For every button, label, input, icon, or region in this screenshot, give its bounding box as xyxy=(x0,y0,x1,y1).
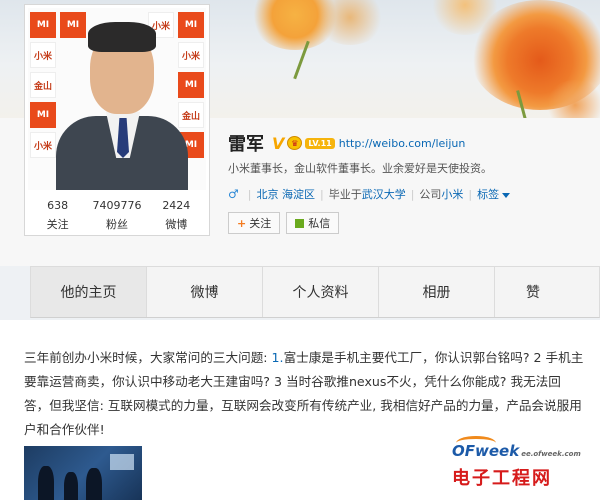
location-link[interactable]: 北京 海淀区 xyxy=(256,186,315,202)
avatar-frame: MI 小米 金山 MI 小米 MI 小米 MI 金山 MI MI 小米 638 … xyxy=(24,4,210,236)
tab-album[interactable]: 相册 xyxy=(379,267,495,317)
brand-tile: 小米 xyxy=(30,132,56,158)
male-gender-icon: ♂ xyxy=(228,187,239,201)
post-text: 三年前创办小米时候，大家常问的三大问题: 1.富士康是手机主要代工厂，你认识郭台… xyxy=(24,346,584,442)
profile-bio: 小米董事长，金山软件董事长。业余爱好是天使投资。 xyxy=(228,162,492,175)
tags-label: 标签 xyxy=(477,188,500,201)
stat-label: 粉丝 xyxy=(105,218,128,231)
message-button[interactable]: 私信 xyxy=(286,212,340,234)
watermark-cn-text: 电子工程网 xyxy=(452,468,552,489)
profile-actions: + 关注 私信 xyxy=(228,212,340,234)
ofweek-watermark-logo: O Fweek ee.ofweek.com 电子工程网 xyxy=(452,436,598,498)
brand-tile: MI xyxy=(30,12,56,38)
profile-name: 雷军 xyxy=(228,134,264,155)
tab-likes[interactable]: 赞 xyxy=(495,267,599,317)
verified-v-icon[interactable]: V xyxy=(272,134,284,153)
school-link[interactable]: 武汉大学 xyxy=(362,186,406,202)
profile-name-row: 雷军 V ♛ LV.11 http://weibo.com/leijun xyxy=(228,130,465,156)
stat-label: 关注 xyxy=(46,218,69,231)
tags-dropdown[interactable]: 标签 xyxy=(477,186,511,202)
person-hair xyxy=(88,22,156,52)
post-text-number: 1. xyxy=(271,350,284,365)
tab-weibo[interactable]: 微博 xyxy=(147,267,263,317)
brand-tile: MI xyxy=(178,72,204,98)
profile-url-link[interactable]: http://weibo.com/leijun xyxy=(339,137,466,150)
stat-value: 638 xyxy=(47,199,69,212)
message-icon xyxy=(295,218,305,228)
stat-label: 微博 xyxy=(165,218,188,231)
brand-tile: 金山 xyxy=(178,102,204,128)
avatar[interactable]: MI 小米 金山 MI 小米 MI 小米 MI 金山 MI MI 小米 xyxy=(28,8,206,190)
stat-value: 7409776 xyxy=(92,199,142,212)
crown-icon[interactable]: ♛ xyxy=(287,136,303,150)
profile-stats: 638 关注 7409776 粉丝 2424 微博 xyxy=(28,196,206,234)
brand-tile: MI xyxy=(60,12,86,38)
stat-posts[interactable]: 2424 微博 xyxy=(147,196,206,234)
plus-icon: + xyxy=(237,216,247,230)
stat-following[interactable]: 638 关注 xyxy=(28,196,87,234)
message-label: 私信 xyxy=(308,217,331,230)
company-prefix: 公司 xyxy=(419,188,442,201)
tab-profile-info[interactable]: 个人资料 xyxy=(263,267,379,317)
follow-button[interactable]: + 关注 xyxy=(228,212,281,234)
company-link[interactable]: 小米 xyxy=(441,186,463,202)
school-prefix: 毕业于 xyxy=(328,188,362,201)
profile-meta: ♂ | 北京 海淀区 | 毕业于 武汉大学 | 公司 小米 | 标签 xyxy=(228,186,511,202)
level-badge[interactable]: LV.11 xyxy=(305,137,335,149)
brand-tile: 小米 xyxy=(30,42,56,68)
watermark-arc-icon xyxy=(456,436,496,450)
stat-followers[interactable]: 7409776 粉丝 xyxy=(87,196,146,234)
chevron-down-icon xyxy=(502,192,511,198)
watermark-url: ee.ofweek.com xyxy=(521,450,581,458)
tab-home[interactable]: 他的主页 xyxy=(31,267,147,317)
brand-tile: 金山 xyxy=(30,72,56,98)
post-text-part: 三年前创办小米时候，大家常问的三大问题: xyxy=(24,350,272,365)
post-image-thumbnail[interactable] xyxy=(24,446,142,500)
brand-tile: MI xyxy=(178,12,204,38)
brand-tile: MI xyxy=(30,102,56,128)
brand-tile: 小米 xyxy=(178,42,204,68)
stat-value: 2424 xyxy=(162,199,191,212)
profile-tabs: 他的主页 微博 个人资料 相册 赞 xyxy=(30,266,600,318)
follow-label: 关注 xyxy=(249,217,272,230)
